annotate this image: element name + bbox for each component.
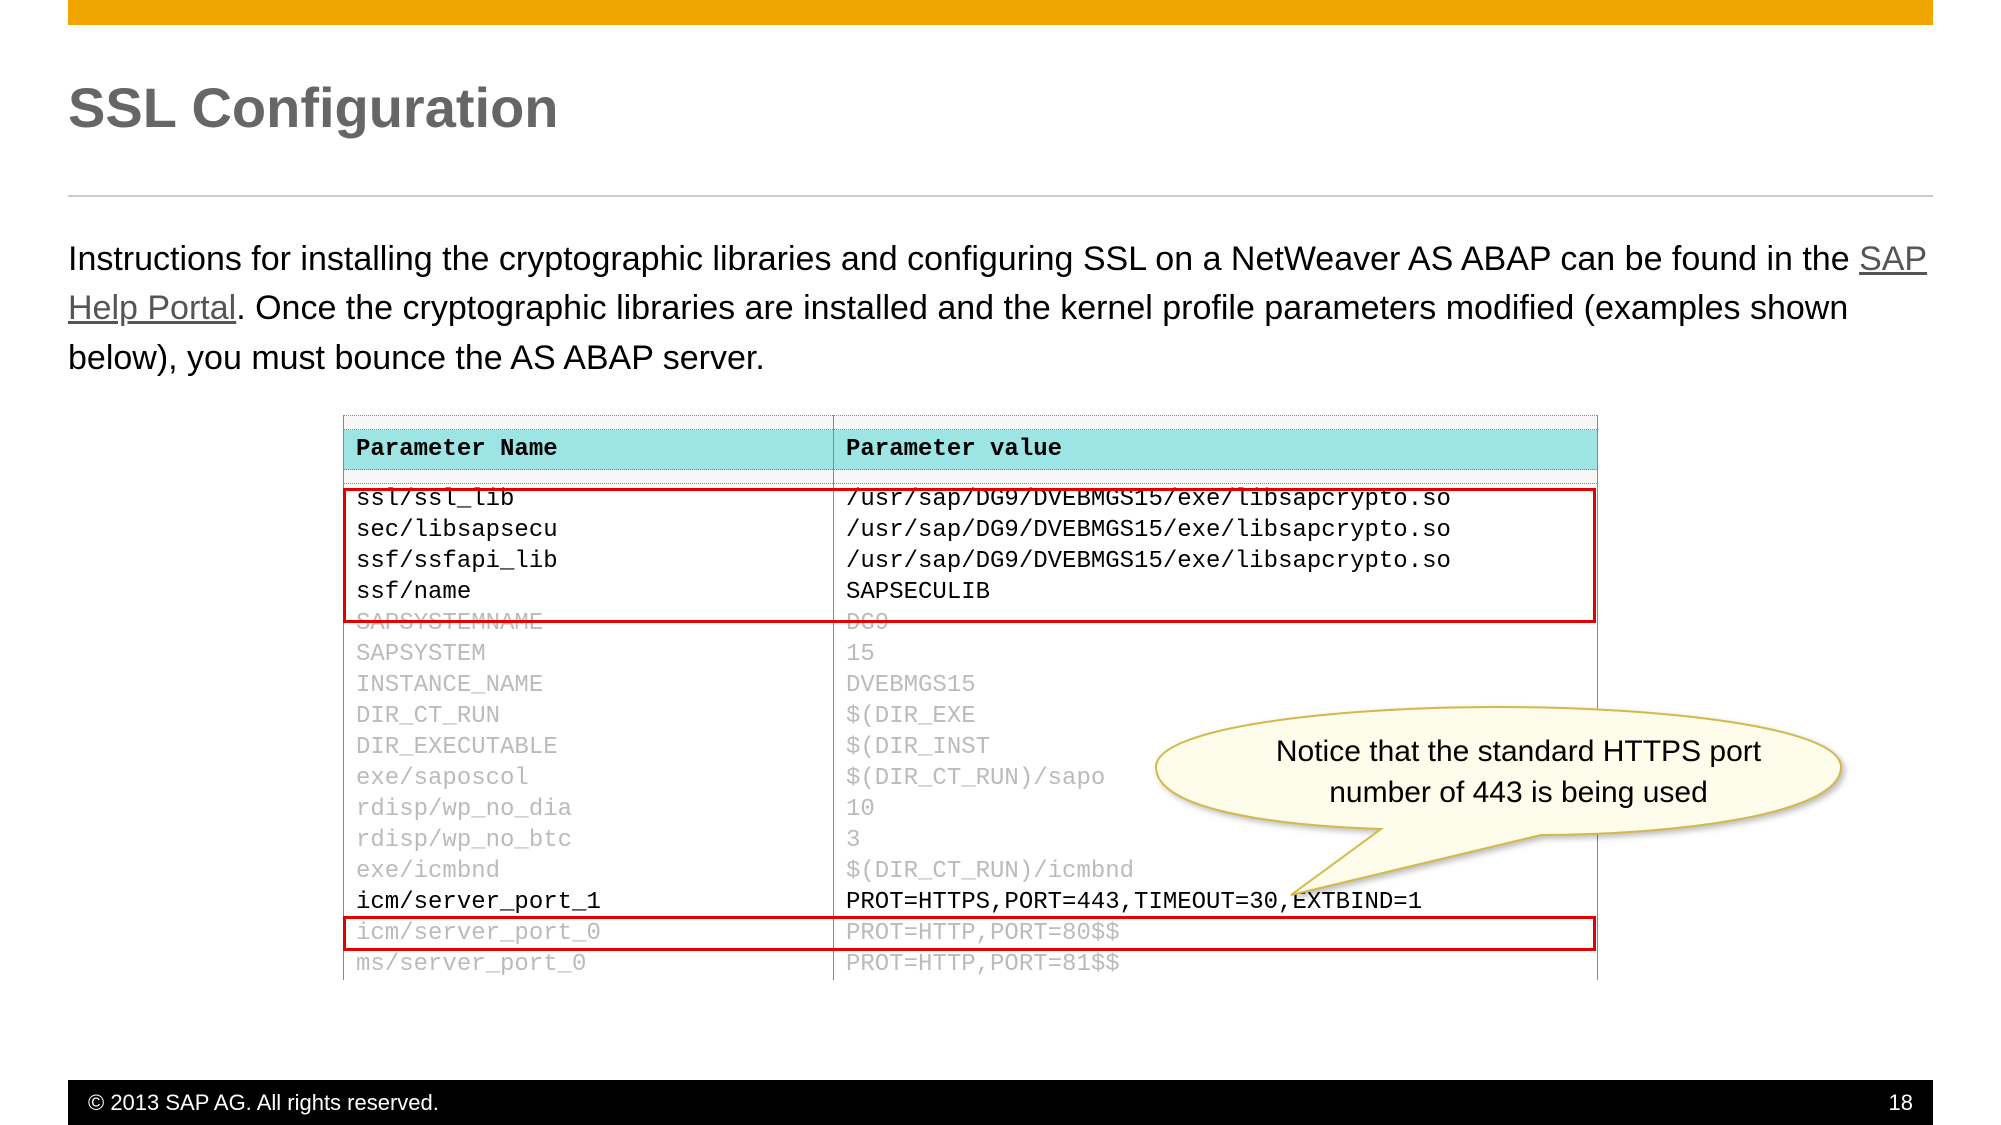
param-value-cell: $(DIR_CT_RUN)/icmbnd bbox=[834, 856, 1598, 887]
table-spacer bbox=[344, 470, 1598, 484]
param-value-cell: 10 bbox=[834, 794, 1598, 825]
param-name-cell: exe/icmbnd bbox=[344, 856, 834, 887]
param-name-cell: INSTANCE_NAME bbox=[344, 670, 834, 701]
param-value-cell: PROT=HTTPS,PORT=443,TIMEOUT=30,EXTBIND=1 bbox=[834, 887, 1598, 918]
parameters-table: Parameter Name Parameter value ssl/ssl_l… bbox=[343, 415, 1598, 980]
param-name-cell: rdisp/wp_no_dia bbox=[344, 794, 834, 825]
table-row: icm/server_port_1PROT=HTTPS,PORT=443,TIM… bbox=[344, 887, 1598, 918]
table-header-row: Parameter Name Parameter value bbox=[344, 430, 1598, 470]
param-name-cell: SAPSYSTEM bbox=[344, 639, 834, 670]
param-value-cell: SAPSECULIB bbox=[834, 577, 1598, 608]
table-row: DIR_CT_RUN$(DIR_EXE bbox=[344, 701, 1598, 732]
param-value-cell: 3 bbox=[834, 825, 1598, 856]
description-post: . Once the cryptographic libraries are i… bbox=[68, 289, 1848, 376]
param-name-cell: rdisp/wp_no_btc bbox=[344, 825, 834, 856]
param-name-cell: icm/server_port_1 bbox=[344, 887, 834, 918]
table-row: SAPSYSTEM15 bbox=[344, 639, 1598, 670]
param-name-cell: SAPSYSTEMNAME bbox=[344, 608, 834, 639]
param-value-cell: $(DIR_CT_RUN)/sapo bbox=[834, 763, 1598, 794]
footer: © 2013 SAP AG. All rights reserved. 18 bbox=[68, 1080, 1933, 1125]
title-divider bbox=[68, 195, 1933, 197]
table-row: ssf/nameSAPSECULIB bbox=[344, 577, 1598, 608]
table-row: exe/saposcol$(DIR_CT_RUN)/sapo bbox=[344, 763, 1598, 794]
table-row: ssl/ssl_lib/usr/sap/DG9/DVEBMGS15/exe/li… bbox=[344, 484, 1598, 516]
param-value-cell: DVEBMGS15 bbox=[834, 670, 1598, 701]
table-row: exe/icmbnd$(DIR_CT_RUN)/icmbnd bbox=[344, 856, 1598, 887]
table-row: icm/server_port_0PROT=HTTP,PORT=80$$ bbox=[344, 918, 1598, 949]
page-title: SSL Configuration bbox=[68, 75, 559, 140]
param-name-cell: ssf/ssfapi_lib bbox=[344, 546, 834, 577]
table-row: DIR_EXECUTABLE$(DIR_INST bbox=[344, 732, 1598, 763]
param-name-cell: DIR_CT_RUN bbox=[344, 701, 834, 732]
param-value-cell: DG9 bbox=[834, 608, 1598, 639]
param-value-cell: /usr/sap/DG9/DVEBMGS15/exe/libsapcrypto.… bbox=[834, 484, 1598, 516]
param-name-cell: sec/libsapsecu bbox=[344, 515, 834, 546]
param-value-cell: $(DIR_EXE bbox=[834, 701, 1598, 732]
param-value-cell: /usr/sap/DG9/DVEBMGS15/exe/libsapcrypto.… bbox=[834, 546, 1598, 577]
table-row: ssf/ssfapi_lib/usr/sap/DG9/DVEBMGS15/exe… bbox=[344, 546, 1598, 577]
param-name-cell: DIR_EXECUTABLE bbox=[344, 732, 834, 763]
table-row: rdisp/wp_no_btc3 bbox=[344, 825, 1598, 856]
table-spacer bbox=[344, 416, 1598, 430]
param-value-cell: /usr/sap/DG9/DVEBMGS15/exe/libsapcrypto.… bbox=[834, 515, 1598, 546]
description-pre: Instructions for installing the cryptogr… bbox=[68, 240, 1859, 278]
header-param-value: Parameter value bbox=[834, 430, 1598, 470]
param-value-cell: 15 bbox=[834, 639, 1598, 670]
param-value-cell: PROT=HTTP,PORT=80$$ bbox=[834, 918, 1598, 949]
table-row: sec/libsapsecu/usr/sap/DG9/DVEBMGS15/exe… bbox=[344, 515, 1598, 546]
param-value-cell: PROT=HTTP,PORT=81$$ bbox=[834, 949, 1598, 980]
param-name-cell: ssl/ssl_lib bbox=[344, 484, 834, 516]
header-param-name: Parameter Name bbox=[344, 430, 834, 470]
param-name-cell: ssf/name bbox=[344, 577, 834, 608]
param-name-cell: ms/server_port_0 bbox=[344, 949, 834, 980]
top-accent-bar bbox=[68, 0, 1933, 25]
param-name-cell: exe/saposcol bbox=[344, 763, 834, 794]
param-value-cell: $(DIR_INST bbox=[834, 732, 1598, 763]
param-table-container: Parameter Name Parameter value ssl/ssl_l… bbox=[343, 415, 1598, 980]
slide: SSL Configuration Instructions for insta… bbox=[0, 0, 2001, 1125]
table-row: INSTANCE_NAMEDVEBMGS15 bbox=[344, 670, 1598, 701]
param-name-cell: icm/server_port_0 bbox=[344, 918, 834, 949]
table-row: SAPSYSTEMNAMEDG9 bbox=[344, 608, 1598, 639]
description-paragraph: Instructions for installing the cryptogr… bbox=[68, 235, 1933, 383]
table-row: ms/server_port_0PROT=HTTP,PORT=81$$ bbox=[344, 949, 1598, 980]
footer-copyright: © 2013 SAP AG. All rights reserved. bbox=[88, 1090, 439, 1116]
footer-page-number: 18 bbox=[1889, 1090, 1913, 1116]
table-row: rdisp/wp_no_dia10 bbox=[344, 794, 1598, 825]
